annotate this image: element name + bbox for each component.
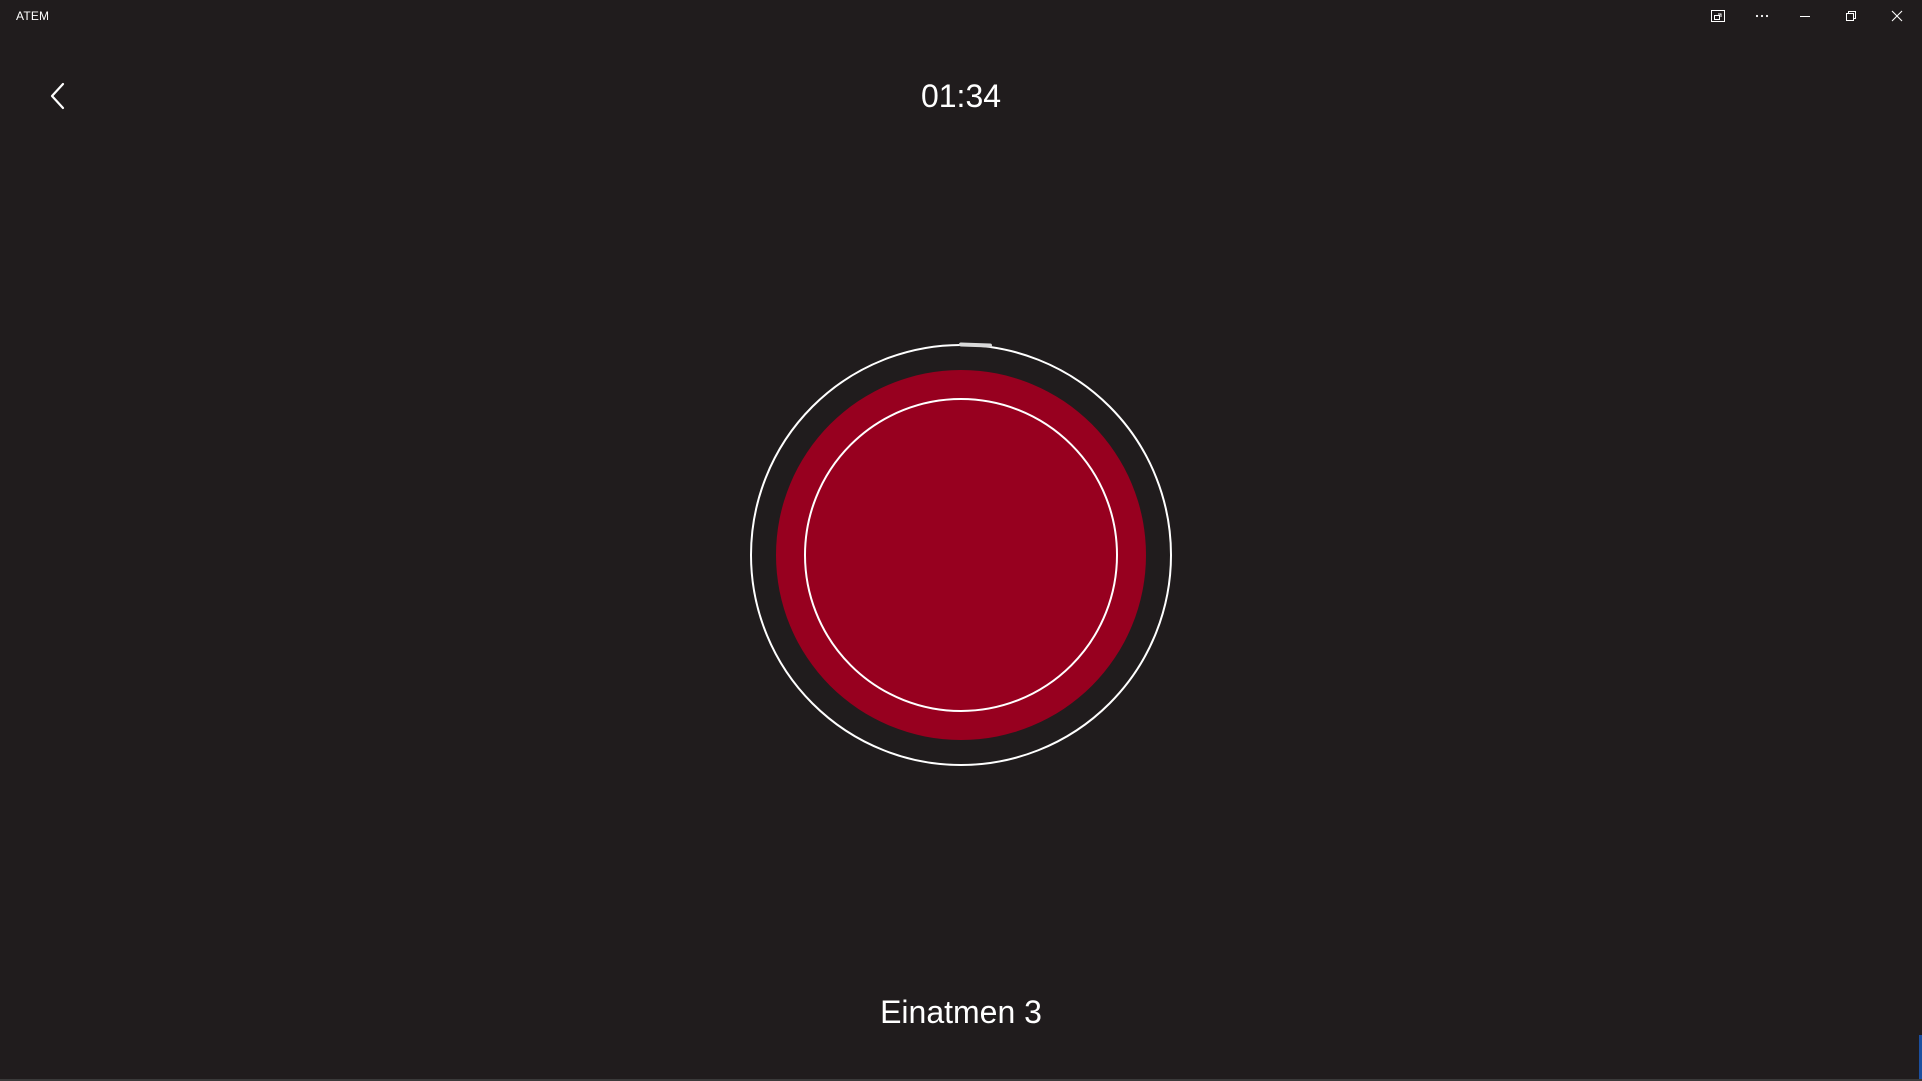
session-timer: 01:34 <box>920 78 1002 114</box>
title-bar[interactable]: ATEM <box>0 0 1922 32</box>
more-icon <box>1754 8 1770 24</box>
chevron-left-icon <box>47 81 69 116</box>
app-title: ATEM <box>16 9 50 23</box>
minimize-button[interactable] <box>1783 0 1827 32</box>
compact-overlay-icon <box>1710 8 1726 24</box>
close-button[interactable] <box>1875 0 1919 32</box>
minimize-icon <box>1799 10 1811 22</box>
compact-overlay-button[interactable] <box>1696 0 1740 32</box>
phase-label: Einatmen 3 <box>880 994 1042 1030</box>
more-options-button[interactable] <box>1740 0 1784 32</box>
restore-icon <box>1845 10 1857 22</box>
maximize-button[interactable] <box>1829 0 1873 32</box>
back-button[interactable] <box>38 78 78 118</box>
breathing-app-window: ATEM 01:34 Einatmen 3 <box>0 0 1922 1081</box>
progress-marker <box>959 342 992 348</box>
breath-fill-circle <box>776 370 1146 740</box>
close-icon <box>1891 10 1903 22</box>
breathing-circle[interactable] <box>741 333 1181 773</box>
